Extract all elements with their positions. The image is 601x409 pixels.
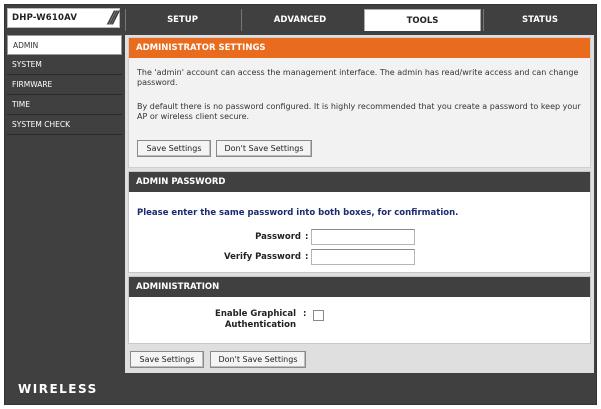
admin-password-title: ADMIN PASSWORD xyxy=(129,172,590,192)
footer-bar: WIRELESS xyxy=(5,375,596,404)
sidebar-item-admin[interactable]: ADMIN xyxy=(7,35,122,55)
verify-password-colon: : xyxy=(305,252,309,262)
administration-title: ADMINISTRATION xyxy=(129,277,590,297)
password-label: Password xyxy=(255,232,301,242)
tab-advanced[interactable]: ADVANCED xyxy=(241,9,358,31)
app-frame: DHP-W610AV /// SETUP ADVANCED TOOLS STAT… xyxy=(4,4,597,405)
graphical-auth-label: Enable Graphical Authentication xyxy=(179,309,296,331)
password-colon: : xyxy=(305,232,309,242)
password-input[interactable] xyxy=(311,229,415,245)
password-instruction: Please enter the same password into both… xyxy=(137,208,459,218)
footer-brand: WIRELESS xyxy=(18,382,98,396)
verify-password-label: Verify Password xyxy=(223,252,301,262)
top-nav-bar: DHP-W610AV /// SETUP ADVANCED TOOLS STAT… xyxy=(5,5,596,31)
main-content: ADMINISTRATOR SETTINGS The 'admin' accou… xyxy=(125,35,594,373)
admin-account-description: The 'admin' account can access the manag… xyxy=(137,68,579,87)
graphical-auth-colon: : xyxy=(303,309,307,319)
dont-save-settings-button-bottom[interactable]: Don't Save Settings xyxy=(210,351,306,368)
admin-password-panel: ADMIN PASSWORD Please enter the same pas… xyxy=(128,171,591,273)
sidebar-item-firmware[interactable]: FIRMWARE xyxy=(7,75,122,95)
sidebar: ADMIN SYSTEM FIRMWARE TIME SYSTEM CHECK xyxy=(7,35,122,373)
sidebar-item-time[interactable]: TIME xyxy=(7,95,122,115)
graphical-auth-checkbox[interactable] xyxy=(313,310,324,321)
sidebar-item-system-check[interactable]: SYSTEM CHECK xyxy=(7,115,122,135)
verify-password-input[interactable] xyxy=(311,249,415,265)
graphical-auth-label-line1: Enable Graphical xyxy=(215,309,296,319)
password-recommendation-text: By default there is no password configur… xyxy=(137,102,581,121)
tab-setup[interactable]: SETUP xyxy=(125,9,239,31)
graphical-auth-label-line2: Authentication xyxy=(224,320,296,330)
administrator-settings-title: ADMINISTRATOR SETTINGS xyxy=(129,38,590,58)
tab-status[interactable]: STATUS xyxy=(483,9,596,31)
dont-save-settings-button-top[interactable]: Don't Save Settings xyxy=(216,140,312,157)
tab-tools[interactable]: TOOLS xyxy=(364,9,481,31)
sidebar-item-system[interactable]: SYSTEM xyxy=(7,55,122,75)
administration-panel: ADMINISTRATION Enable Graphical Authenti… xyxy=(128,276,591,344)
model-name: DHP-W610AV xyxy=(12,13,78,23)
model-badge: DHP-W610AV /// xyxy=(7,8,120,28)
save-settings-button-bottom[interactable]: Save Settings xyxy=(130,351,204,368)
save-settings-button-top[interactable]: Save Settings xyxy=(137,140,211,157)
brand-slashes-icon: /// xyxy=(108,8,118,28)
administrator-settings-panel: ADMINISTRATOR SETTINGS The 'admin' accou… xyxy=(128,37,591,168)
